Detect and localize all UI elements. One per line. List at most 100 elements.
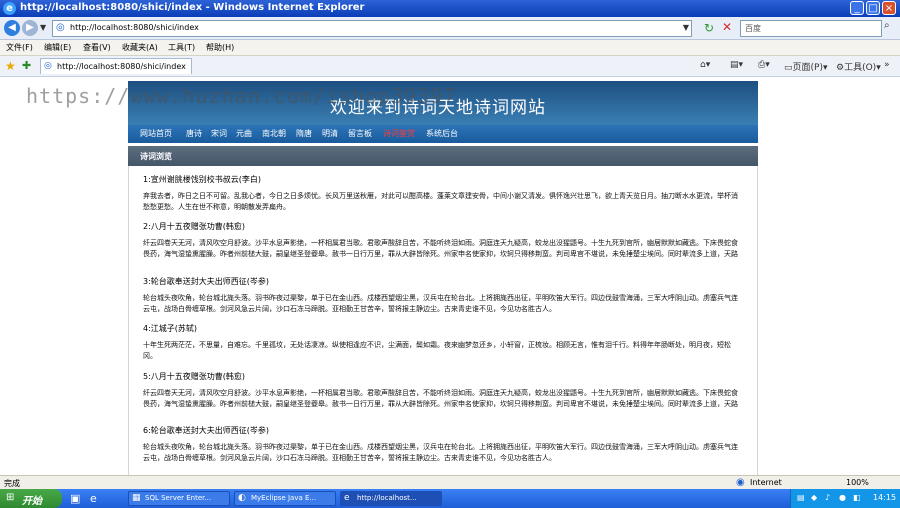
tray-network-icon[interactable]: ▤ <box>797 493 805 502</box>
print-icon[interactable]: ⎙▾ <box>758 60 770 70</box>
quicklaunch-ie-icon[interactable]: e <box>90 492 97 505</box>
nav-nanbei[interactable]: 南北朝 <box>262 128 286 139</box>
list-item: 1:宣州谢朓楼饯别校书叔云(李白) 弃我去者，昨日之日不可留。乱我心者，今日之日… <box>143 174 743 213</box>
list-item: 5:八月十五夜赠张功曹(韩愈) 纤云四卷天无河，清风吹空月舒波。沙平水息声影绝，… <box>143 371 743 410</box>
address-url: http://localhost:8080/shici/index <box>70 23 199 32</box>
taskbar-item-ie[interactable]: e http://localhost... <box>340 491 442 506</box>
window-title-bar[interactable]: e http://localhost:8080/shici/index - Wi… <box>0 0 900 17</box>
taskbar: ⊞ 开始 ▣ e ▦ SQL Server Enter... ◐ MyEclip… <box>0 489 900 508</box>
site-nav: 网站首页 唐诗 宋词 元曲 南北朝 隋唐 明清 留言板 诗词鉴赏 系统后台 <box>128 125 758 143</box>
security-zone[interactable]: Internet <box>750 478 782 487</box>
panel-title: 诗词浏览 <box>140 152 172 161</box>
search-icon[interactable]: ⌕ <box>884 20 897 33</box>
zoom-level[interactable]: 100% <box>846 478 869 487</box>
taskbar-item-sqlserver[interactable]: ▦ SQL Server Enter... <box>128 491 230 506</box>
poem-body: 纤云四卷天无河，清风吹空月舒波。沙平水息声影绝，一杯相属君当歌。君歌声酸辞且苦，… <box>143 239 738 258</box>
back-button[interactable]: ◀ <box>4 20 20 36</box>
tools-menu-button[interactable]: ⚙工具(O)▾ <box>836 60 881 73</box>
menu-tools[interactable]: 工具(T) <box>168 42 195 53</box>
history-dropdown-icon[interactable]: ▼ <box>40 23 46 32</box>
address-toolbar: ◀ ▶ ▼ ◎ http://localhost:8080/shici/inde… <box>0 17 900 40</box>
home-icon[interactable]: ⌂▾ <box>700 60 710 70</box>
list-item: 4:江城子(苏轼) 十年生死两茫茫，不思量，自难忘。千里孤坟，无处话凄凉。纵使相… <box>143 323 743 362</box>
tray-security-icon[interactable]: ◆ <box>811 493 817 502</box>
tray-antivirus-icon[interactable]: ● <box>839 493 846 502</box>
tray-ime-icon[interactable]: ◧ <box>853 493 861 502</box>
favorites-star-icon[interactable]: ★ <box>5 59 16 73</box>
status-text: 完成 <box>4 479 20 488</box>
poem-body: 弃我去者，昨日之日不可留。乱我心者，今日之日多烦忧。长风万里送秋雁，对此可以酣高… <box>143 192 738 211</box>
minimize-button[interactable]: _ <box>850 1 864 15</box>
maximize-button[interactable]: □ <box>866 1 880 15</box>
list-item: 6:轮台歌奉送封大夫出师西征(岑参) 轮台城头夜吹角，轮台城北旄头落。羽书昨夜过… <box>143 425 743 464</box>
poem-body: 纤云四卷天无河，清风吹空月舒波。沙平水息声影绝，一杯相属君当歌。君歌声酸辞且苦，… <box>143 389 738 408</box>
poem-title[interactable]: 1:宣州谢朓楼饯别校书叔云(李白) <box>143 174 743 185</box>
ie-logo-icon: e <box>3 2 16 15</box>
poem-list: 1:宣州谢朓楼饯别校书叔云(李白) 弃我去者，昨日之日不可留。乱我心者，今日之日… <box>128 166 758 475</box>
poem-body: 十年生死两茫茫，不思量，自难忘。千里孤坟，无处话凄凉。纵使相逢应不识，尘满面，鬓… <box>143 341 731 360</box>
list-item: 3:轮台歌奉送封大夫出师西征(岑参) 轮台城头夜吹角，轮台城北旄头落。羽书昨夜过… <box>143 276 743 315</box>
menu-view[interactable]: 查看(V) <box>83 42 111 53</box>
taskbar-clock: 14:15 <box>873 493 897 502</box>
start-label: 开始 <box>22 496 42 507</box>
nav-appreciation[interactable]: 诗词鉴赏 <box>383 128 415 139</box>
nav-guestbook[interactable]: 留言板 <box>348 128 372 139</box>
status-bar: 完成 ◉ Internet 100% <box>0 475 900 490</box>
tab-current[interactable]: ◎ http://localhost:8080/shici/index <box>40 58 192 74</box>
taskbar-item-label: http://localhost... <box>357 494 417 502</box>
page-icon: ◎ <box>56 22 65 33</box>
refresh-icon[interactable]: ↻ <box>704 21 714 35</box>
menu-file[interactable]: 文件(F) <box>6 42 33 53</box>
tab-page-icon: ◎ <box>44 61 52 71</box>
system-tray: ▤ ◆ ♪ ● ◧ 14:15 <box>790 489 900 508</box>
add-favorite-icon[interactable]: ✚ <box>22 59 31 72</box>
tab-bar: ★ ✚ ◎ http://localhost:8080/shici/index … <box>0 56 900 77</box>
panel-header: 诗词浏览 <box>128 146 758 166</box>
poem-title[interactable]: 4:江城子(苏轼) <box>143 323 743 334</box>
nav-song-ci[interactable]: 宋词 <box>211 128 227 139</box>
tray-volume-icon[interactable]: ♪ <box>825 493 830 502</box>
poem-title[interactable]: 3:轮台歌奉送封大夫出师西征(岑参) <box>143 276 743 287</box>
poem-title[interactable]: 6:轮台歌奉送封大夫出师西征(岑参) <box>143 425 743 436</box>
page-menu-label: 页面(P) <box>792 63 823 73</box>
tools-menu-label: 工具(O) <box>844 63 877 73</box>
stop-icon[interactable]: ✕ <box>722 20 732 34</box>
menu-help[interactable]: 帮助(H) <box>206 42 234 53</box>
window-title: http://localhost:8080/shici/index - Wind… <box>20 2 365 13</box>
ie-icon: e <box>344 493 350 503</box>
nav-tang-poetry[interactable]: 唐诗 <box>186 128 202 139</box>
forward-button[interactable]: ▶ <box>22 20 38 36</box>
address-input[interactable]: ◎ http://localhost:8080/shici/index ▼ <box>52 20 692 37</box>
quicklaunch-desktop-icon[interactable]: ▣ <box>70 492 80 505</box>
nav-suitang[interactable]: 隋唐 <box>296 128 312 139</box>
start-button[interactable]: ⊞ 开始 <box>0 489 62 508</box>
taskbar-item-label: MyEclipse Java E... <box>251 494 317 502</box>
sqlserver-icon: ▦ <box>132 493 141 503</box>
close-button[interactable]: × <box>882 1 896 15</box>
poem-body: 轮台城头夜吹角，轮台城北旄头落。羽书昨夜过渠黎，单于已在金山西。戍楼西望烟尘黑，… <box>143 294 738 313</box>
watermark-text: https://www.huzhan.com/ishop39397 <box>26 84 457 108</box>
page-content[interactable]: 欢迎来到诗词天地诗词网站 网站首页 唐诗 宋词 元曲 南北朝 隋唐 明清 留言板… <box>0 77 900 475</box>
nav-admin[interactable]: 系统后台 <box>426 128 458 139</box>
nav-yuan-qu[interactable]: 元曲 <box>236 128 252 139</box>
taskbar-item-myeclipse[interactable]: ◐ MyEclipse Java E... <box>234 491 336 506</box>
windows-logo-icon: ⊞ <box>6 492 15 503</box>
page-menu-button[interactable]: ▭页面(P)▾ <box>784 60 828 73</box>
taskbar-item-label: SQL Server Enter... <box>145 494 212 502</box>
poem-body: 轮台城头夜吹角，轮台城北旄头落。羽书昨夜过渠黎，单于已在金山西。戍楼西望烟尘黑，… <box>143 443 738 462</box>
poem-title[interactable]: 5:八月十五夜赠张功曹(韩愈) <box>143 371 743 382</box>
search-input[interactable]: 百度 <box>740 20 882 37</box>
tab-title: http://localhost:8080/shici/index <box>57 62 186 71</box>
internet-zone-icon: ◉ <box>736 477 745 488</box>
poem-title[interactable]: 2:八月十五夜赠张功曹(韩愈) <box>143 221 743 232</box>
toolbar-more-button[interactable]: » <box>884 60 890 70</box>
nav-mingqing[interactable]: 明清 <box>322 128 338 139</box>
myeclipse-icon: ◐ <box>238 493 246 503</box>
menu-favorites[interactable]: 收藏夹(A) <box>122 42 158 53</box>
feeds-icon[interactable]: ▤▾ <box>730 60 743 70</box>
nav-home[interactable]: 网站首页 <box>140 128 172 139</box>
list-item: 2:八月十五夜赠张功曹(韩愈) 纤云四卷天无河，清风吹空月舒波。沙平水息声影绝，… <box>143 221 743 260</box>
menu-edit[interactable]: 编辑(E) <box>44 42 71 53</box>
search-placeholder: 百度 <box>745 24 761 33</box>
address-dropdown-icon[interactable]: ▼ <box>683 23 689 32</box>
